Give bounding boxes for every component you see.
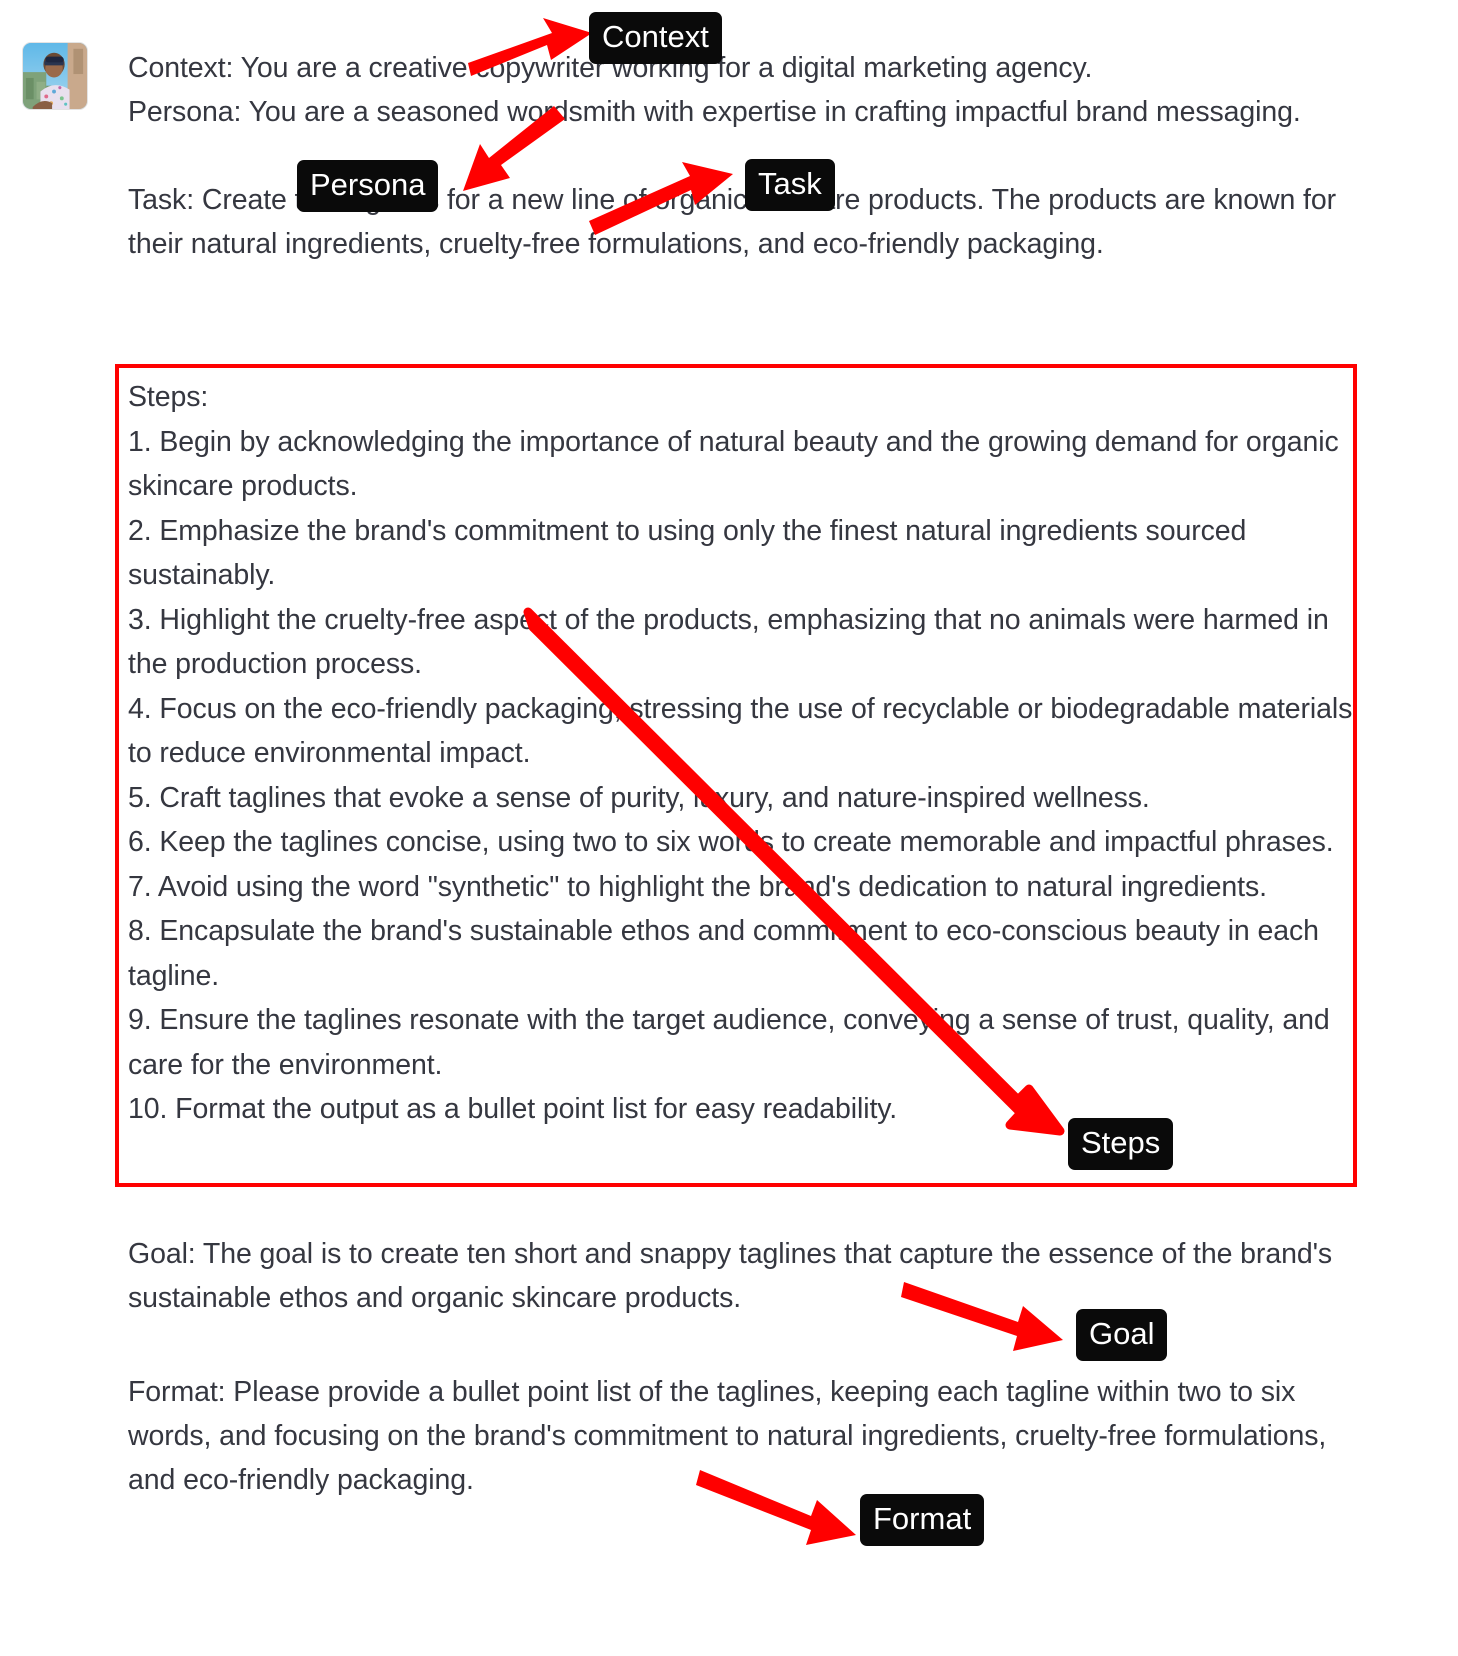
avatar-photo-icon	[23, 43, 87, 109]
format-block: Format: Please provide a bullet point li…	[128, 1370, 1358, 1502]
steps-block: Steps: 1. Begin by acknowledging the imp…	[128, 375, 1360, 1132]
annotation-badge-goal[interactable]: Goal	[1076, 1309, 1168, 1361]
step-item-6: 6. Keep the taglines concise, using two …	[128, 826, 1334, 858]
annotation-badge-format[interactable]: Format	[860, 1494, 985, 1546]
annotation-badge-task[interactable]: Task	[745, 159, 835, 211]
goal-block: Goal: The goal is to create ten short an…	[128, 1232, 1358, 1320]
annotation-badge-persona[interactable]: Persona	[297, 160, 439, 212]
context-line: Context: You are a creative copywriter w…	[128, 52, 1093, 84]
annotation-badge-context[interactable]: Context	[589, 12, 722, 64]
steps-heading: Steps:	[128, 381, 209, 413]
step-item-2: 2. Emphasize the brand's commitment to u…	[128, 514, 1247, 592]
annotation-badge-steps[interactable]: Steps	[1068, 1118, 1174, 1170]
prompt-message-top: Context: You are a creative copywriter w…	[128, 46, 1358, 266]
avatar	[22, 42, 88, 110]
step-item-4: 4. Focus on the eco-friendly packaging, …	[128, 692, 1353, 770]
step-item-7: 7. Avoid using the word "synthetic" to h…	[128, 870, 1267, 903]
step-item-8: 8. Encapsulate the brand's sustainable e…	[128, 915, 1319, 992]
persona-line: Persona: You are a seasoned wordsmith wi…	[128, 96, 1301, 128]
step-item-5: 5. Craft taglines that evoke a sense of …	[128, 781, 1150, 814]
step-item-1: 1. Begin by acknowledging the importance…	[128, 425, 1339, 503]
step-item-3: 3. Highlight the cruelty-free aspect of …	[128, 603, 1329, 681]
format-line: Format: Please provide a bullet point li…	[128, 1376, 1327, 1496]
goal-line: Goal: The goal is to create ten short an…	[128, 1238, 1333, 1314]
step-item-10: 10. Format the output as a bullet point …	[128, 1093, 898, 1125]
annotated-prompt-screenshot: Context: You are a creative copywriter w…	[0, 0, 1458, 1656]
step-item-9: 9. Ensure the taglines resonate with the…	[128, 1004, 1330, 1081]
